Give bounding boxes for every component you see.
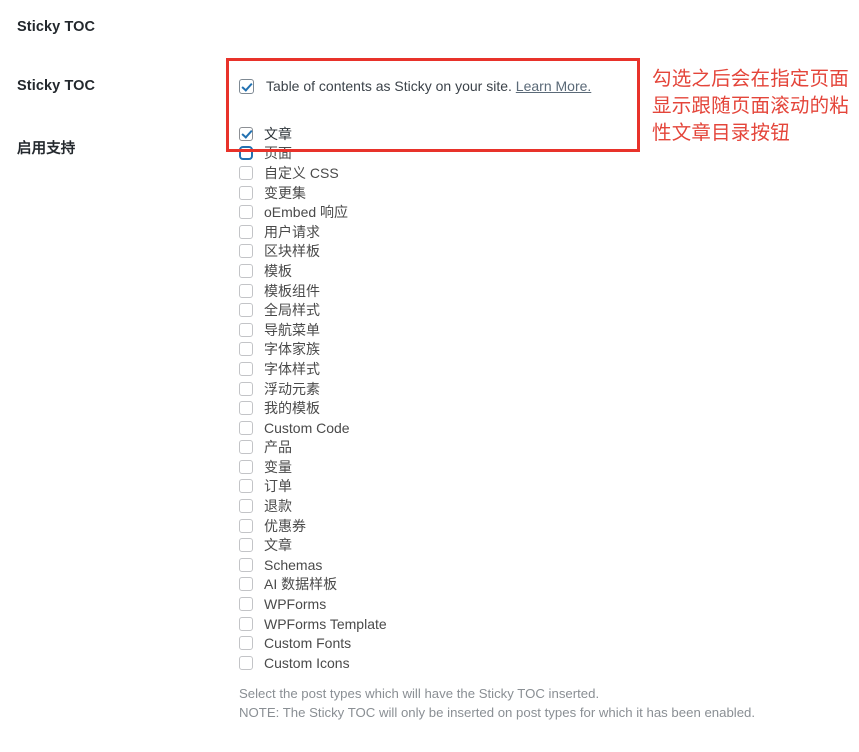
post-type-checkbox-4[interactable] — [239, 205, 253, 220]
post-type-checkbox-25[interactable] — [239, 616, 253, 631]
post-type-checkbox-2[interactable] — [239, 165, 253, 180]
post-type-row-18[interactable]: 订单 — [239, 477, 839, 497]
post-type-checkbox-12[interactable] — [239, 361, 253, 376]
post-type-row-12[interactable]: 字体样式 — [239, 359, 839, 379]
post-type-label-13: 浮动元素 — [264, 380, 320, 397]
post-type-label-27: Custom Icons — [264, 654, 350, 671]
post-type-label-21: 文章 — [264, 537, 292, 554]
post-type-checkbox-17[interactable] — [239, 459, 253, 474]
post-type-checkbox-19[interactable] — [239, 499, 253, 514]
post-type-checkbox-18[interactable] — [239, 479, 253, 494]
post-type-checkbox-26[interactable] — [239, 636, 253, 651]
post-type-checkbox-14[interactable] — [239, 401, 253, 416]
learn-more-link[interactable]: Learn More. — [516, 78, 591, 94]
post-type-label-0: 文章 — [264, 125, 292, 142]
post-type-row-8[interactable]: 模板组件 — [239, 281, 839, 301]
post-type-label-15: Custom Code — [264, 419, 350, 436]
post-type-checkbox-10[interactable] — [239, 322, 253, 337]
annotation-caption: 勾选之后会在指定页面显示跟随页面滚动的粘性文章目录按钮 — [652, 67, 850, 144]
post-type-label-5: 用户请求 — [264, 223, 320, 240]
post-type-label-23: AI 数据样板 — [264, 576, 338, 593]
field-label-enable-support: 启用支持 — [17, 141, 76, 157]
post-type-checkbox-3[interactable] — [239, 185, 253, 200]
post-type-label-6: 区块样板 — [264, 243, 320, 260]
section-label-sticky-toc-heading: Sticky TOC — [17, 19, 96, 35]
post-type-row-1[interactable]: 页面 — [239, 144, 839, 164]
post-type-checkbox-1[interactable] — [239, 146, 253, 161]
post-type-row-22[interactable]: Schemas — [239, 555, 839, 575]
post-type-row-13[interactable]: 浮动元素 — [239, 379, 839, 399]
post-type-row-4[interactable]: oEmbed 响应 — [239, 202, 839, 222]
post-types-help-text: Select the post types which will have th… — [239, 684, 839, 723]
sticky-toc-enable-label: Table of contents as Sticky on your site… — [266, 79, 591, 93]
post-type-checkbox-20[interactable] — [239, 518, 253, 533]
post-type-checkbox-13[interactable] — [239, 381, 253, 396]
post-type-label-4: oEmbed 响应 — [264, 204, 349, 221]
post-type-checkbox-0[interactable] — [239, 126, 253, 141]
post-type-label-3: 变更集 — [264, 184, 306, 201]
post-type-label-7: 模板 — [264, 262, 292, 279]
post-type-checkbox-24[interactable] — [239, 597, 253, 612]
help-line-2: NOTE: The Sticky TOC will only be insert… — [239, 705, 756, 721]
post-type-row-9[interactable]: 全局样式 — [239, 300, 839, 320]
post-type-row-6[interactable]: 区块样板 — [239, 242, 839, 262]
field-label-sticky-toc: Sticky TOC — [17, 78, 96, 94]
post-type-row-17[interactable]: 变量 — [239, 457, 839, 477]
post-type-row-10[interactable]: 导航菜单 — [239, 320, 839, 340]
post-type-row-24[interactable]: WPForms — [239, 594, 839, 614]
settings-fields-column: Table of contents as Sticky on your site… — [239, 76, 839, 723]
post-type-checkbox-16[interactable] — [239, 440, 253, 455]
post-type-row-20[interactable]: 优惠券 — [239, 516, 839, 536]
post-type-label-9: 全局样式 — [264, 302, 320, 319]
post-type-row-11[interactable]: 字体家族 — [239, 340, 839, 360]
post-type-label-26: Custom Fonts — [264, 635, 352, 652]
post-type-row-26[interactable]: Custom Fonts — [239, 633, 839, 653]
post-type-label-11: 字体家族 — [264, 341, 320, 358]
post-type-label-22: Schemas — [264, 556, 323, 573]
post-type-label-1: 页面 — [264, 145, 292, 162]
post-type-row-23[interactable]: AI 数据样板 — [239, 575, 839, 595]
post-type-label-12: 字体样式 — [264, 360, 320, 377]
post-type-checkbox-9[interactable] — [239, 303, 253, 318]
sticky-toc-enable-checkbox[interactable] — [239, 78, 254, 94]
post-type-checkbox-22[interactable] — [239, 557, 253, 572]
post-type-checkbox-11[interactable] — [239, 342, 253, 357]
post-type-label-20: 优惠券 — [264, 517, 306, 534]
post-type-checkbox-7[interactable] — [239, 263, 253, 278]
post-type-row-16[interactable]: 产品 — [239, 438, 839, 458]
post-type-checkbox-8[interactable] — [239, 283, 253, 298]
post-type-label-8: 模板组件 — [264, 282, 320, 299]
post-type-checkbox-6[interactable] — [239, 244, 253, 259]
post-type-label-17: 变量 — [264, 458, 292, 475]
post-type-row-15[interactable]: Custom Code — [239, 418, 839, 438]
post-type-row-21[interactable]: 文章 — [239, 535, 839, 555]
post-type-label-10: 导航菜单 — [264, 321, 320, 338]
post-type-checkbox-27[interactable] — [239, 655, 253, 670]
post-type-label-18: 订单 — [264, 478, 292, 495]
post-type-label-16: 产品 — [264, 439, 292, 456]
post-type-checkbox-21[interactable] — [239, 538, 253, 553]
post-type-label-24: WPForms — [264, 596, 327, 613]
post-type-row-3[interactable]: 变更集 — [239, 183, 839, 203]
post-type-row-25[interactable]: WPForms Template — [239, 614, 839, 634]
post-type-checkbox-23[interactable] — [239, 577, 253, 592]
post-type-checkbox-15[interactable] — [239, 420, 253, 435]
post-type-label-2: 自定义 CSS — [264, 164, 339, 181]
post-type-row-7[interactable]: 模板 — [239, 261, 839, 281]
post-type-row-27[interactable]: Custom Icons — [239, 653, 839, 673]
post-type-row-5[interactable]: 用户请求 — [239, 222, 839, 242]
post-type-checkbox-list: 文章 页面 自定义 CSS 变更集 oEmbed 响应 用户请求 区块样板 模板… — [239, 124, 839, 673]
post-type-row-19[interactable]: 退款 — [239, 496, 839, 516]
post-type-checkbox-5[interactable] — [239, 224, 253, 239]
post-type-label-14: 我的模板 — [264, 400, 320, 417]
post-type-row-14[interactable]: 我的模板 — [239, 398, 839, 418]
post-type-row-2[interactable]: 自定义 CSS — [239, 163, 839, 183]
help-line-1: Select the post types which will have th… — [239, 685, 600, 701]
sticky-toc-enable-text: Table of contents as Sticky on your site… — [266, 78, 512, 94]
post-type-label-19: 退款 — [264, 498, 292, 515]
post-type-label-25: WPForms Template — [264, 615, 387, 632]
